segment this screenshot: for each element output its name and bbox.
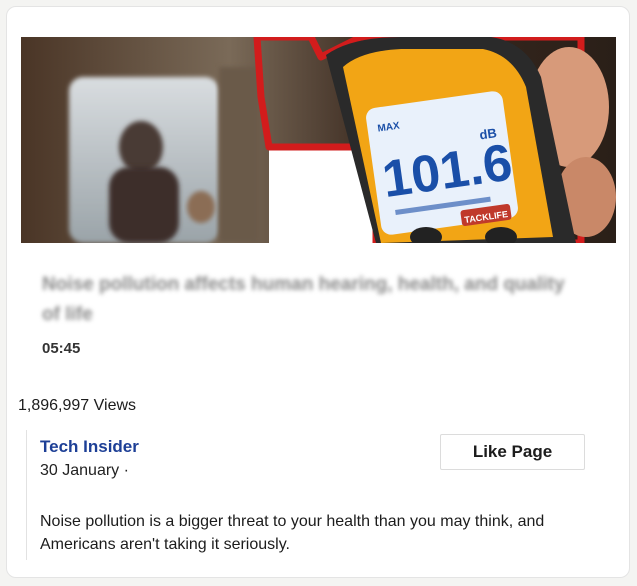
page-name-link[interactable]: Tech Insider [40,437,139,457]
video-thumbnail[interactable]: MAX 101.6 dB TACKLIFE [21,37,616,243]
like-page-button[interactable]: Like Page [440,434,585,470]
view-count: 1,896,997 Views [18,397,137,414]
page-post: Tech Insider 30 January · Like Page Nois… [26,430,607,560]
video-title[interactable]: Noise pollution affects human hearing, h… [42,270,582,330]
post-text: Noise pollution is a bigger threat to yo… [40,513,545,553]
video-duration: 05:45 [42,340,81,357]
meter-unit: dB [478,125,497,142]
thumbnail-image: MAX 101.6 dB TACKLIFE [21,37,616,243]
post-date[interactable]: 30 January · [40,462,129,480]
